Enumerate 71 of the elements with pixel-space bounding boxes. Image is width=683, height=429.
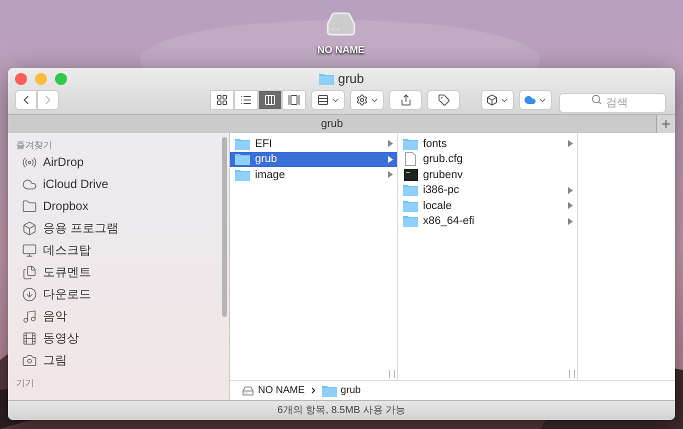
share-icon	[400, 94, 412, 106]
path-item[interactable]: NO NAME	[258, 383, 305, 398]
sidebar-item[interactable]: Dropbox	[8, 195, 229, 217]
film-icon	[22, 330, 37, 346]
arrange-button[interactable]	[311, 90, 345, 110]
columns-icon	[264, 94, 276, 106]
window-title: grub	[338, 70, 364, 88]
folder-icon	[322, 384, 337, 396]
arrange-icon	[316, 94, 328, 106]
folder-icon	[403, 215, 418, 228]
cloud-icon	[524, 94, 536, 106]
documents-icon	[22, 264, 37, 280]
settings-icon	[356, 94, 368, 106]
folder-icon	[403, 200, 418, 212]
drive-icon	[242, 384, 254, 396]
share-button[interactable]	[389, 90, 422, 110]
folder-icon	[235, 168, 250, 181]
sidebar-item[interactable]: 음악	[8, 305, 229, 327]
sidebar-item[interactable]: 도큐멘트	[8, 261, 229, 283]
file-item[interactable]: x86_64-efi	[398, 214, 577, 229]
plus-icon	[660, 118, 672, 130]
file-item[interactable]: fonts	[398, 136, 577, 152]
gallery-icon	[288, 94, 300, 106]
sidebar-item[interactable]: 다운로드	[8, 283, 229, 305]
cloud-icon	[22, 176, 37, 192]
folder-icon	[403, 138, 418, 150]
view-button[interactable]	[282, 90, 306, 110]
file-item[interactable]: locale	[398, 198, 577, 214]
column-resize-handle[interactable]	[389, 370, 395, 378]
sidebar-heading: 즐겨찾기	[15, 139, 53, 151]
folder-icon	[235, 153, 250, 166]
file-item[interactable]: i386-pc	[398, 182, 577, 198]
dropbox-button[interactable]	[481, 90, 514, 110]
action-button[interactable]	[350, 90, 384, 110]
sidebar-item[interactable]: 그림	[8, 349, 229, 371]
sidebar-heading: 기기	[15, 377, 35, 389]
sidebar-item[interactable]: 응용 프로그램	[8, 217, 229, 239]
file-item[interactable]: grubenv	[398, 167, 577, 182]
terminal-icon	[404, 168, 418, 181]
new-tab-button[interactable]	[656, 115, 675, 133]
sidebar-item[interactable]: AirDrop	[8, 151, 229, 173]
view-button[interactable]	[234, 90, 258, 110]
camera-icon	[22, 352, 37, 368]
music-note-icon	[22, 308, 37, 324]
sidebar-item[interactable]: 데스크탑	[8, 239, 229, 261]
sidebar-item[interactable]: iCloud Drive	[8, 173, 229, 195]
view-button[interactable]	[258, 90, 282, 110]
status-bar: 6개의 항목, 8.5MB 사용 가능	[8, 400, 675, 420]
folder-icon	[318, 73, 334, 85]
tag-icon	[438, 94, 450, 106]
search-field[interactable]: 검색	[559, 93, 666, 113]
folder-icon	[235, 138, 250, 150]
monitor-icon	[22, 242, 37, 258]
file-item[interactable]: image	[230, 167, 397, 182]
sidebar-item[interactable]: 동영상	[8, 327, 229, 349]
grid-icon	[216, 94, 228, 106]
folder-icon	[22, 198, 37, 214]
path-item[interactable]: grub	[340, 383, 361, 398]
folder-icon	[403, 184, 418, 196]
file-item[interactable]: grub	[230, 152, 397, 167]
column-resize-handle[interactable]	[569, 370, 575, 378]
file-item[interactable]: EFI	[230, 136, 397, 152]
cloud-button[interactable]	[519, 90, 552, 110]
tag-button[interactable]	[427, 90, 460, 110]
file-item[interactable]: grub.cfg	[398, 152, 577, 167]
back-button[interactable]	[15, 90, 37, 110]
download-icon	[22, 286, 37, 302]
file-icon	[405, 152, 416, 166]
search-icon	[591, 94, 602, 105]
view-button[interactable]	[210, 90, 234, 110]
airdrop-icon	[22, 154, 37, 170]
